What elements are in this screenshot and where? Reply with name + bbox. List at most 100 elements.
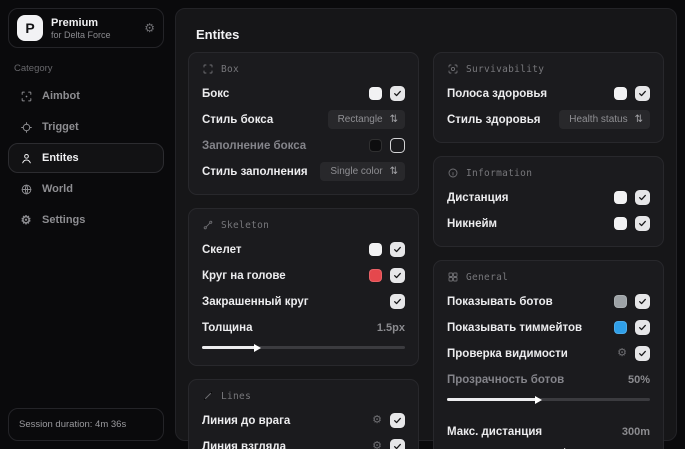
- dropdown-fill-style[interactable]: Single color ⇅: [320, 162, 405, 181]
- card-title: Skeleton: [221, 219, 270, 231]
- gear-icon[interactable]: ⚙: [144, 22, 155, 34]
- setting-row-view-line: Линия взгляда ⚙: [202, 436, 405, 449]
- sort-arrows-icon: ⇅: [634, 114, 643, 125]
- slider-thickness[interactable]: [202, 343, 405, 352]
- session-duration: Session duration: 4m 36s: [8, 408, 164, 441]
- setting-row-visibility-check: Проверка видимости ⚙: [447, 343, 650, 364]
- color-swatch[interactable]: [614, 217, 627, 230]
- setting-row-filled-circle: Закрашенный круг: [202, 291, 405, 312]
- card-title: Box: [221, 63, 240, 75]
- person-icon: [19, 151, 33, 165]
- slider-value: 300m: [621, 425, 650, 438]
- setting-row-show-bots: Показывать ботов: [447, 291, 650, 312]
- brand-subtitle: for Delta Force: [51, 29, 111, 40]
- setting-row-box-style: Стиль бокса Rectangle ⇅: [202, 109, 405, 130]
- setting-row-distance: Дистанция: [447, 187, 650, 208]
- scan-circle-icon: [448, 64, 458, 74]
- setting-row-fill-style: Стиль заполнения Single color ⇅: [202, 161, 405, 182]
- globe-icon: [19, 182, 33, 196]
- color-swatch[interactable]: [614, 87, 627, 100]
- color-swatch[interactable]: [614, 295, 627, 308]
- gear-icon[interactable]: ⚙: [617, 348, 627, 359]
- sort-arrows-icon: ⇅: [389, 166, 398, 177]
- checkbox-box-fill[interactable]: [390, 138, 405, 153]
- box-select-icon: [203, 64, 213, 74]
- gear-icon[interactable]: ⚙: [372, 415, 382, 426]
- checkbox-skeleton[interactable]: [390, 242, 405, 257]
- checkbox-show-bots[interactable]: [635, 294, 650, 309]
- setting-row-enemy-line: Линия до врага ⚙: [202, 410, 405, 431]
- gear-icon: ⚙: [20, 213, 32, 227]
- sidebar-item-world[interactable]: World: [8, 174, 164, 204]
- checkbox-show-teammates[interactable]: [635, 320, 650, 335]
- main-panel: Entites Box Бокс Стиль бокса Rectangle ⇅…: [175, 8, 677, 449]
- card-skeleton: Skeleton Скелет Круг на голове Закрашенн…: [188, 208, 419, 366]
- card-title: Survivability: [466, 63, 545, 75]
- sidebar-item-aimbot[interactable]: Aimbot: [8, 81, 164, 111]
- setting-row-bots-opacity: Прозрачность ботов 50%: [447, 373, 650, 386]
- setting-row-thickness: Толщина 1.5px: [202, 321, 405, 334]
- logo-letter: P: [25, 20, 35, 36]
- grid-icon: [448, 272, 458, 282]
- sidebar-item-label: Settings: [42, 214, 86, 226]
- checkbox-head-circle[interactable]: [390, 268, 405, 283]
- card-box: Box Бокс Стиль бокса Rectangle ⇅ Заполне…: [188, 52, 419, 195]
- setting-row-skeleton: Скелет: [202, 239, 405, 260]
- bone-icon: [203, 220, 213, 230]
- crosshair-scan-icon: [19, 89, 33, 103]
- category-label: Category: [14, 63, 53, 74]
- sidebar-item-settings[interactable]: ⚙ Settings: [8, 205, 164, 235]
- color-swatch[interactable]: [369, 87, 382, 100]
- setting-row-box-fill: Заполнение бокса: [202, 135, 405, 156]
- sort-arrows-icon: ⇅: [389, 114, 398, 125]
- info-icon: [448, 168, 458, 178]
- slider-thumb[interactable]: [535, 395, 543, 404]
- target-icon: [19, 120, 33, 134]
- checkbox-visibility-check[interactable]: [635, 346, 650, 361]
- sidebar-item-label: Aimbot: [42, 90, 80, 102]
- page-title: Entites: [196, 27, 240, 42]
- card-general: General Показывать ботов Показывать тимм…: [433, 260, 664, 449]
- slider-value: 1.5px: [376, 321, 405, 334]
- setting-row-head-circle: Круг на голове: [202, 265, 405, 286]
- card-lines: Lines Линия до врага ⚙ Линия взгляда ⚙: [188, 379, 419, 449]
- color-swatch[interactable]: [614, 191, 627, 204]
- setting-row-max-distance: Макс. дистанция 300m: [447, 425, 650, 438]
- card-survivability: Survivability Полоса здоровья Стиль здор…: [433, 52, 664, 143]
- line-icon: [204, 392, 212, 400]
- sidebar: P Premium for Delta Force ⚙ Category Aim…: [0, 0, 172, 449]
- color-swatch[interactable]: [369, 269, 382, 282]
- app-window: P Premium for Delta Force ⚙ Category Aim…: [0, 0, 685, 449]
- sidebar-item-label: Entites: [42, 152, 79, 164]
- checkbox-box[interactable]: [390, 86, 405, 101]
- dropdown-box-style[interactable]: Rectangle ⇅: [327, 110, 405, 129]
- color-swatch[interactable]: [369, 243, 382, 256]
- checkbox-filled-circle[interactable]: [390, 294, 405, 309]
- slider-bots-opacity[interactable]: [447, 395, 650, 404]
- sidebar-item-trigget[interactable]: Trigget: [8, 112, 164, 142]
- setting-row-box: Бокс: [202, 83, 405, 104]
- gear-icon[interactable]: ⚙: [372, 441, 382, 449]
- sidebar-item-entites[interactable]: Entites: [8, 143, 164, 173]
- card-title: General: [466, 271, 509, 283]
- sidebar-item-label: World: [42, 183, 73, 195]
- dropdown-health-style[interactable]: Health status ⇅: [559, 110, 650, 129]
- checkbox-view-line[interactable]: [390, 439, 405, 449]
- checkbox-distance[interactable]: [635, 190, 650, 205]
- checkbox-nickname[interactable]: [635, 216, 650, 231]
- card-title: Lines: [221, 390, 252, 402]
- sidebar-nav: Aimbot Trigget Entites World ⚙ Settings: [8, 81, 164, 235]
- brand-logo: P: [17, 15, 43, 41]
- slider-thumb[interactable]: [253, 343, 261, 352]
- checkbox-enemy-line[interactable]: [390, 413, 405, 428]
- checkbox-health-bar[interactable]: [635, 86, 650, 101]
- session-duration-label: Session duration: 4m 36s: [19, 419, 127, 430]
- brand-card: P Premium for Delta Force ⚙: [8, 8, 164, 48]
- setting-row-show-teammates: Показывать тиммейтов: [447, 317, 650, 338]
- card-title: Information: [466, 167, 533, 179]
- setting-row-health-style: Стиль здоровья Health status ⇅: [447, 109, 650, 130]
- slider-value: 50%: [627, 373, 650, 386]
- color-swatch[interactable]: [369, 139, 382, 152]
- color-swatch[interactable]: [614, 321, 627, 334]
- card-information: Information Дистанция Никнейм: [433, 156, 664, 247]
